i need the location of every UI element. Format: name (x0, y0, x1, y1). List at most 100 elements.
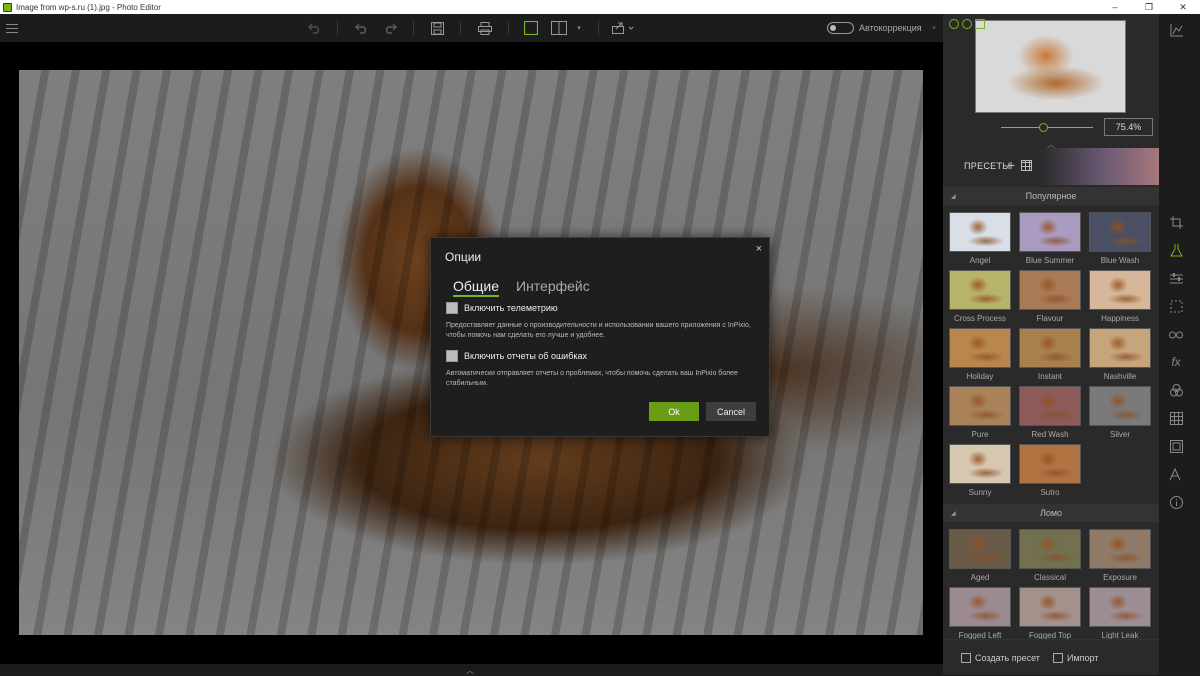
preset-item[interactable]: Blue Summer (1019, 212, 1081, 268)
collapse-triangle-icon: ◢ (951, 193, 956, 200)
preset-item[interactable]: Flavour (1019, 270, 1081, 326)
telemetry-option[interactable]: Включить телеметрию (446, 302, 558, 314)
preset-label: Classical (1033, 573, 1066, 582)
preset-thumbnail (1019, 212, 1081, 252)
zoom-in-icon[interactable] (949, 19, 959, 29)
preset-thumbnail (1089, 386, 1151, 426)
preset-label: Sunny (968, 488, 992, 497)
toolbar-separator (337, 21, 338, 35)
fit-to-screen-icon[interactable] (975, 19, 985, 29)
redo-icon[interactable] (381, 18, 399, 38)
telemetry-checkbox[interactable] (446, 302, 458, 314)
preset-item[interactable]: Cross Process (949, 270, 1011, 326)
color-balance-icon[interactable] (1169, 383, 1183, 397)
zoom-out-icon[interactable] (962, 19, 972, 29)
add-preset-icon[interactable]: + (1007, 157, 1015, 173)
error-reports-option[interactable]: Включить отчеты об ошибках (446, 350, 587, 362)
preset-item[interactable]: Fogged Left (949, 587, 1011, 643)
import-button[interactable]: Импорт (1053, 653, 1098, 663)
preset-item[interactable]: Aged (949, 529, 1011, 585)
preset-thumbnail (1019, 444, 1081, 484)
autocorrection-dropdown-icon[interactable]: ▾ (929, 18, 939, 38)
preset-item[interactable]: Nashville (1089, 328, 1151, 384)
telemetry-description: Предоставляет данные о производительност… (446, 322, 751, 339)
preset-thumbnail (1089, 212, 1151, 252)
save-icon[interactable] (428, 18, 446, 38)
expand-filmstrip-icon[interactable]: ︿ (466, 665, 474, 676)
minimize-button[interactable]: – (1098, 0, 1132, 14)
selection-icon[interactable] (1169, 299, 1183, 313)
preset-label: Nashville (1103, 372, 1137, 381)
window-controls: – ❐ ✕ (1098, 0, 1200, 14)
preset-thumbnail (1019, 587, 1081, 627)
maximize-button[interactable]: ❐ (1132, 0, 1166, 14)
preset-item[interactable]: Sutro (1019, 444, 1081, 500)
window-titlebar: Image from wp-s.ru (1).jpg - Photo Edito… (0, 0, 1200, 14)
undo-all-icon[interactable] (306, 18, 324, 38)
dialog-close-button[interactable]: × (756, 243, 762, 255)
preset-thumbnail (1089, 328, 1151, 368)
frames-icon[interactable] (1169, 439, 1183, 453)
create-preset-label: Создать пресет (975, 653, 1040, 663)
crop-icon[interactable] (1169, 215, 1183, 229)
print-icon[interactable] (476, 18, 494, 38)
grid-view-icon[interactable] (1021, 160, 1032, 171)
presets-flask-icon[interactable] (1169, 243, 1183, 257)
telemetry-label: Включить телеметрию (464, 303, 558, 313)
preset-thumbnail (949, 587, 1011, 627)
autocorrection-toggle[interactable] (827, 22, 854, 34)
texture-icon[interactable] (1169, 411, 1183, 425)
adjustments-icon[interactable] (1169, 271, 1183, 285)
preset-label: Blue Summer (1025, 256, 1075, 265)
preset-item[interactable]: Happiness (1089, 270, 1151, 326)
preset-item[interactable]: Exposure (1089, 529, 1151, 585)
preset-item[interactable]: Classical (1019, 529, 1081, 585)
preset-label: Flavour (1036, 314, 1064, 323)
preset-item[interactable]: Sunny (949, 444, 1011, 500)
tool-strip: fx (1159, 14, 1200, 675)
navigator-thumbnail[interactable] (975, 20, 1126, 113)
preset-label: Blue Wash (1100, 256, 1140, 265)
window-title: Image from wp-s.ru (1).jpg - Photo Edito… (16, 2, 161, 12)
error-reports-description: Автоматически отправляет отчеты о пробле… (446, 370, 738, 387)
preset-thumbnail (949, 444, 1011, 484)
section-lomo-header[interactable]: ◢ Ломо (943, 504, 1159, 522)
preset-thumbnail (1019, 270, 1081, 310)
preset-thumbnail (1089, 529, 1151, 569)
section-popular-header[interactable]: ◢ Популярное (943, 187, 1159, 205)
zoom-value-field[interactable]: 75.4% (1104, 118, 1153, 136)
preset-thumbnail (1019, 328, 1081, 368)
toolbar-separator (413, 21, 414, 35)
preset-item[interactable]: Silver (1089, 386, 1151, 442)
info-icon[interactable] (1169, 495, 1183, 509)
view-dropdown-icon[interactable]: ▾ (574, 18, 584, 38)
hamburger-menu-icon[interactable] (5, 18, 19, 38)
preset-item[interactable]: Angel (949, 212, 1011, 268)
undo-icon[interactable] (353, 18, 371, 38)
preset-label: Holiday (966, 372, 994, 381)
tab-general[interactable]: Общие (453, 278, 500, 297)
error-reports-checkbox[interactable] (446, 350, 458, 362)
share-icon[interactable] (611, 18, 635, 38)
preset-item[interactable]: Red Wash (1019, 386, 1081, 442)
dialog-title: Опции (445, 250, 482, 264)
preset-item[interactable]: Holiday (949, 328, 1011, 384)
histogram-icon[interactable] (1169, 23, 1183, 37)
text-icon[interactable] (1169, 467, 1183, 481)
preset-item[interactable]: Instant (1019, 328, 1081, 384)
preset-item[interactable]: Light Leak (1089, 587, 1151, 643)
autocorrection-label: Автокоррекция (859, 23, 922, 33)
split-view-icon[interactable] (550, 18, 568, 38)
zoom-slider-handle[interactable] (1039, 123, 1048, 132)
tab-interface[interactable]: Интерфейс (516, 278, 590, 294)
preset-item[interactable]: Fogged Top (1019, 587, 1081, 643)
single-view-icon[interactable] (522, 18, 540, 38)
ok-button[interactable]: Ok (649, 402, 699, 421)
preset-item[interactable]: Pure (949, 386, 1011, 442)
create-preset-button[interactable]: Создать пресет (961, 653, 1040, 663)
red-eye-icon[interactable] (1169, 327, 1183, 341)
effects-fx-icon[interactable]: fx (1169, 355, 1183, 369)
preset-item[interactable]: Blue Wash (1089, 212, 1151, 268)
close-window-button[interactable]: ✕ (1166, 0, 1200, 14)
cancel-button[interactable]: Cancel (706, 402, 756, 421)
